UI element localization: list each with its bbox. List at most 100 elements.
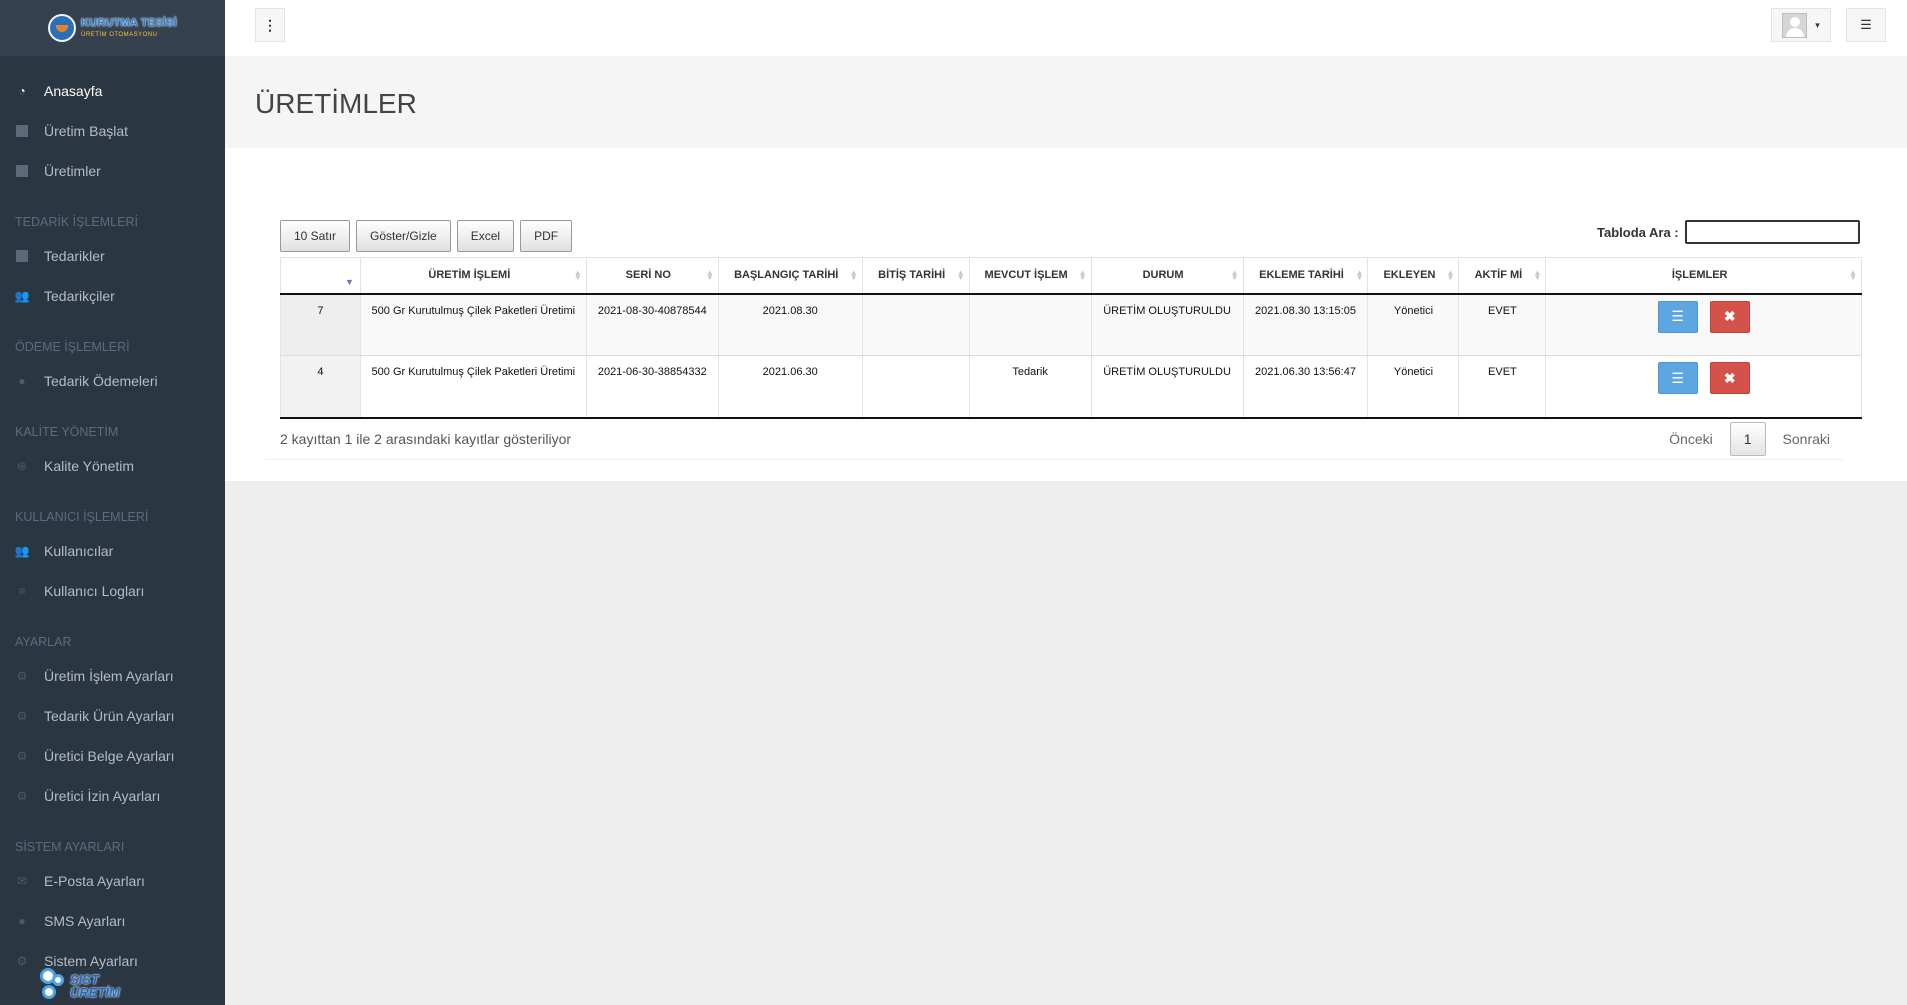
dashboard-icon: ◔	[18, 84, 26, 98]
search-label: Tabloda Ara :	[1597, 224, 1679, 240]
sidebar-item-label: E-Posta Ayarları	[44, 873, 145, 889]
export-excel-button[interactable]: Excel	[456, 220, 515, 252]
sidebar-heading-odeme: ÖDEME İŞLEMLERİ	[15, 340, 130, 354]
sidebar-item-uretici-izin-ayarlari[interactable]: ⚙ Üretici İzin Ayarları	[0, 776, 225, 816]
detail-button[interactable]: ☰	[1657, 362, 1698, 394]
cell-islemler: ☰ ✖	[1545, 355, 1862, 419]
logs-icon: ≡	[18, 584, 26, 598]
sidebar-item-uretim-baslat[interactable]: Üretim Başlat	[0, 111, 225, 151]
content-panel: 10 Satır Göster/Gizle Excel PDF Tabloda …	[225, 148, 1907, 481]
cell-durum: ÜRETİM OLUŞTURULDU	[1091, 293, 1244, 356]
sidebar-item-eposta-ayarlari[interactable]: ✉ E-Posta Ayarları	[0, 861, 225, 901]
sidebar-item-label: Tedarikler	[44, 248, 105, 264]
export-pdf-button[interactable]: PDF	[520, 220, 573, 252]
sidebar-item-label: Kalite Yönetim	[44, 458, 135, 474]
sort-icon: ▲ ▼	[956, 268, 965, 283]
table-row[interactable]: 4 500 Gr Kurutulmuş Çilek Paketleri Üret…	[280, 355, 1862, 419]
delete-button[interactable]: ✖	[1709, 362, 1750, 394]
square-icon	[15, 125, 29, 137]
sms-icon: ●	[18, 914, 26, 928]
sidebar-item-kalite-yonetim[interactable]: ⊛ Kalite Yönetim	[0, 446, 225, 486]
mail-icon: ✉	[16, 874, 28, 888]
sidebar-heading-ayarlar: AYARLAR	[15, 635, 72, 649]
column-header-bitis-tarihi[interactable]: BİTİŞ TARİHİ ▲ ▼	[862, 257, 970, 295]
menu-toggler-button[interactable]: ⋮	[255, 8, 285, 42]
list-icon: ☰	[1671, 308, 1684, 324]
column-header-uretim-islemi[interactable]: ÜRETİM İŞLEMİ ▲ ▼	[360, 257, 587, 295]
column-header-aktif-mi[interactable]: AKTİF Mİ ▲ ▼	[1458, 257, 1547, 295]
sort-icon: ▲ ▼	[1230, 268, 1239, 283]
pagination-next[interactable]: Sonraki	[1772, 423, 1841, 455]
sidebar-item-label: Sistem Ayarları	[44, 953, 138, 969]
cell-seri-no: 2021-08-30-40878544	[586, 293, 719, 356]
logo-emblem-icon	[48, 14, 77, 42]
column-header-id[interactable]: ▼	[280, 257, 361, 295]
quick-sidebar-icon: ☰	[1860, 17, 1872, 32]
table-tools: 10 Satır Göster/Gizle Excel PDF	[280, 220, 573, 252]
productions-table: ▼ ÜRETİM İŞLEMİ ▲ ▼ SERİ NO ▲ ▼ BAŞLANGIÇ TA…	[280, 257, 1862, 419]
settings-icon: ⚙	[16, 709, 28, 723]
user-menu-button[interactable]: ▾	[1771, 8, 1831, 42]
table-row[interactable]: 7 500 Gr Kurutulmuş Çilek Paketleri Üret…	[280, 293, 1862, 356]
column-header-seri-no[interactable]: SERİ NO ▲ ▼	[586, 257, 719, 295]
sidebar-item-tedarik-urun-ayarlari[interactable]: ⚙ Tedarik Ürün Ayarları	[0, 696, 225, 736]
delete-button[interactable]: ✖	[1709, 300, 1750, 333]
sidebar-item-label: Kullanıcılar	[44, 543, 114, 559]
quick-sidebar-button[interactable]: ☰	[1846, 8, 1886, 42]
sidebar-item-uretim-islem-ayarlari[interactable]: ⚙ Üretim İşlem Ayarları	[0, 656, 225, 696]
sort-icon: ▲ ▼	[1355, 268, 1364, 283]
cell-aktif-mi: EVET	[1458, 355, 1547, 419]
sort-icon: ▲ ▼	[1078, 268, 1087, 283]
cell-aktif-mi: EVET	[1458, 293, 1547, 356]
page-head: ÜRETİMLER	[225, 56, 1907, 148]
sort-icon: ▲ ▼	[1446, 268, 1455, 283]
search-input[interactable]	[1684, 220, 1860, 244]
gears-icon	[38, 968, 74, 1004]
footer-brand-logo: SIST ÜRETİM	[38, 968, 120, 1004]
caret-down-icon: ▾	[1815, 19, 1820, 30]
column-header-islemler[interactable]: İŞLEMLER ▲ ▼	[1545, 257, 1862, 295]
column-header-ekleme-tarihi[interactable]: EKLEME TARİHİ ▲ ▼	[1243, 257, 1369, 295]
cell-durum: ÜRETİM OLUŞTURULDU	[1091, 355, 1244, 419]
cell-ekleme-tarihi: 2021.06.30 13:56:47	[1243, 355, 1369, 419]
cell-id: 4	[280, 355, 361, 419]
sidebar-item-tedarikciler[interactable]: 👥 Tedarikçiler	[0, 276, 225, 316]
sidebar-heading-kalite: KALİTE YÖNETİM	[15, 425, 119, 439]
sidebar-item-kullanici-loglari[interactable]: ≡ Kullanıcı Logları	[0, 571, 225, 611]
sidebar-item-sms-ayarlari[interactable]: ● SMS Ayarları	[0, 901, 225, 941]
cell-uretim-islemi: 500 Gr Kurutulmuş Çilek Paketleri Üretim…	[360, 293, 587, 356]
sidebar-item-label: Anasayfa	[44, 83, 103, 99]
sidebar-item-label: Tedarik Ürün Ayarları	[44, 708, 175, 724]
pagination-previous[interactable]: Önceki	[1658, 423, 1724, 455]
cell-islemler: ☰ ✖	[1545, 293, 1862, 356]
cell-bitis-tarihi	[862, 293, 970, 356]
page-title: ÜRETİMLER	[255, 88, 417, 119]
cell-uretim-islemi: 500 Gr Kurutulmuş Çilek Paketleri Üretim…	[360, 355, 587, 419]
sidebar-item-tedarikler[interactable]: Tedarikler	[0, 236, 225, 276]
column-header-baslangic-tarihi[interactable]: BAŞLANGIÇ TARİHİ ▲ ▼	[718, 257, 863, 295]
column-header-ekleyen[interactable]: EKLEYEN ▲ ▼	[1367, 257, 1460, 295]
sidebar-item-uretimler[interactable]: Üretimler	[0, 151, 225, 191]
settings-icon: ⚙	[16, 749, 28, 763]
sidebar-item-tedarik-odemeleri[interactable]: ● Tedarik Ödemeleri	[0, 361, 225, 401]
sidebar-item-uretici-belge-ayarlari[interactable]: ⚙ Üretici Belge Ayarları	[0, 736, 225, 776]
logo-title: KURUTMA TESİSİ	[81, 17, 177, 29]
close-icon: ✖	[1723, 308, 1736, 324]
column-header-mevcut-islem[interactable]: MEVCUT İŞLEM ▲ ▼	[969, 257, 1092, 295]
sidebar-item-kullanicilar[interactable]: 👥 Kullanıcılar	[0, 531, 225, 571]
sidebar-item-label: Üretim Başlat	[44, 123, 129, 139]
users-icon: 👥	[14, 289, 30, 303]
footer-logo-line2: ÜRETİM	[70, 985, 120, 1000]
column-visibility-button[interactable]: Göster/Gizle	[356, 220, 451, 252]
settings-icon: ⚙	[16, 789, 28, 803]
brand-logo[interactable]: KURUTMA TESİSİ ÜRETİM OTOMASYONU	[48, 14, 177, 42]
detail-button[interactable]: ☰	[1657, 300, 1698, 333]
column-header-durum[interactable]: DURUM ▲ ▼	[1091, 257, 1244, 295]
users-icon: 👥	[14, 544, 30, 558]
table-info: 2 kayıttan 1 ile 2 arasındaki kayıtlar g…	[280, 431, 572, 447]
rows-per-page-button[interactable]: 10 Satır	[280, 220, 351, 252]
table-search: Tabloda Ara :	[1597, 220, 1860, 244]
cell-baslangic-tarihi: 2021.08.30	[718, 293, 863, 356]
pagination-page-1[interactable]: 1	[1729, 422, 1766, 456]
sidebar-item-anasayfa[interactable]: ◔ Anasayfa	[0, 71, 225, 111]
